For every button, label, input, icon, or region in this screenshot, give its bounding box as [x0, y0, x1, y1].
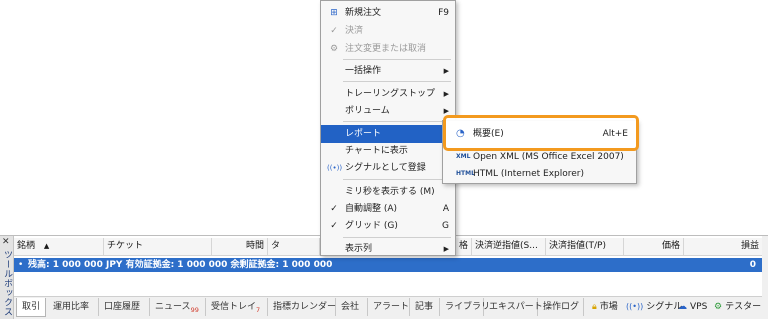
- row-marker-icon: •: [18, 260, 24, 270]
- submenu-item-html[interactable]: HTML HTML (Internet Explorer): [443, 165, 636, 183]
- new-order-icon: ⊞: [330, 8, 338, 18]
- toolbox-tabs: 取引 運用比率 口座履歴 ニュース99 受信トレイ7 指標カレンダー 会社 アラ…: [14, 298, 768, 318]
- menu-item-grid[interactable]: ✓ グリッド (G) G: [321, 217, 455, 235]
- tab-news[interactable]: ニュース99: [150, 298, 206, 316]
- toolbox-title: ツールボックス: [2, 250, 12, 317]
- balance-text: 残高: 1 000 000 JPY 有効証拠金: 1 000 000 余剰証拠金…: [28, 260, 333, 270]
- close-icon[interactable]: ✕: [2, 237, 10, 247]
- balance-row[interactable]: • 残高: 1 000 000 JPY 有効証拠金: 1 000 000 余剰証…: [14, 258, 762, 272]
- tab-history[interactable]: 口座履歴: [99, 298, 150, 316]
- submenu-arrow-icon: ▶: [443, 245, 449, 253]
- column-label: 銘柄: [17, 241, 36, 251]
- menu-separator: [343, 179, 451, 180]
- highlighted-report-summary-item[interactable]: ◔ 概要(E) Alt+E: [443, 115, 639, 151]
- menu-separator: [343, 59, 451, 60]
- lock-icon: 🔒︎: [592, 302, 597, 312]
- tab-mailbox[interactable]: 受信トレイ7: [206, 298, 268, 316]
- column-ticket[interactable]: チケット: [104, 238, 212, 255]
- column-take-profit[interactable]: 決済指値(T/P): [546, 238, 624, 255]
- status-signals[interactable]: ((•)) シグナル: [626, 298, 682, 316]
- menu-item-show-on-chart[interactable]: チャートに表示: [321, 142, 455, 160]
- menu-item-register-signal[interactable]: ((•)) シグナルとして登録: [321, 159, 455, 177]
- toolbox-side-strip: ✕ ツールボックス: [0, 236, 14, 319]
- report-icon: ◔: [456, 128, 465, 139]
- column-type[interactable]: タ: [268, 238, 320, 255]
- status-market[interactable]: 🔒︎ 市場: [592, 298, 618, 316]
- tab-exposure[interactable]: 運用比率: [48, 298, 99, 316]
- tab-library[interactable]: ライブラリ: [440, 298, 490, 316]
- tab-experts[interactable]: エキスパート: [484, 298, 543, 316]
- context-menu: ⊞ 新規注文 F9 ✓ 決済 ⚙ 注文変更または取消 一括操作 ▶ トレーリング…: [320, 0, 456, 256]
- tab-alerts[interactable]: アラート: [368, 298, 410, 316]
- check-icon: ✓: [330, 204, 338, 214]
- tab-calendar[interactable]: 指標カレンダー: [268, 298, 336, 316]
- menu-item-volume[interactable]: ボリューム ▶: [321, 102, 455, 120]
- column-price[interactable]: 価格: [624, 238, 684, 255]
- tab-company[interactable]: 会社: [336, 298, 368, 316]
- balance-profit-value: 0: [749, 260, 756, 270]
- menu-separator: [343, 121, 451, 122]
- signal-icon: ((•)): [327, 164, 343, 172]
- status-tester[interactable]: ⚙ テスター: [714, 298, 761, 316]
- gear-icon: ⚙: [329, 44, 339, 54]
- menu-item-report[interactable]: レポート ▶: [321, 125, 455, 143]
- menu-separator: [343, 81, 451, 82]
- tab-articles[interactable]: 記事: [410, 298, 440, 316]
- column-stop-loss[interactable]: 決済逆指値(S...: [472, 238, 546, 255]
- menu-item-new-order[interactable]: ⊞ 新規注文 F9: [321, 4, 455, 22]
- submenu-arrow-icon: ▶: [443, 90, 449, 98]
- menu-item-bulk-operations[interactable]: 一括操作 ▶: [321, 62, 455, 80]
- menu-item-columns[interactable]: 表示列 ▶: [321, 240, 455, 258]
- column-time[interactable]: 時間: [212, 238, 268, 255]
- menu-item-modify-order[interactable]: ⚙ 注文変更または取消: [321, 40, 455, 58]
- menu-item-show-milliseconds[interactable]: ミリ秒を表示する (M): [321, 183, 455, 201]
- menu-separator: [343, 237, 451, 238]
- menu-item-auto-arrange[interactable]: ✓ 自動調整 (A) A: [321, 200, 455, 218]
- submenu-item-summary[interactable]: ◔ 概要(E) Alt+E: [446, 125, 636, 143]
- signal-icon: ((•)): [626, 302, 644, 311]
- mailbox-badge: 7: [256, 305, 261, 314]
- check-icon: ✓: [330, 221, 338, 231]
- cloud-icon: ☁: [678, 302, 687, 312]
- tab-trade[interactable]: 取引: [16, 298, 46, 317]
- menu-item-close-position[interactable]: ✓ 決済: [321, 22, 455, 40]
- tab-journal[interactable]: 操作ログ: [538, 298, 584, 316]
- sort-up-icon: ▲: [43, 242, 50, 250]
- news-badge: 99: [190, 305, 199, 314]
- column-profit[interactable]: 損益: [684, 238, 762, 255]
- menu-item-trailing-stop[interactable]: トレーリングストップ ▶: [321, 85, 455, 103]
- column-symbol[interactable]: 銘柄 ▲: [14, 238, 104, 255]
- status-vps[interactable]: ☁ VPS: [678, 298, 707, 316]
- submenu-arrow-icon: ▶: [443, 67, 449, 75]
- column-price-open[interactable]: 格: [454, 238, 472, 255]
- gear-icon: ⚙: [714, 302, 723, 312]
- check-icon: ✓: [330, 26, 338, 36]
